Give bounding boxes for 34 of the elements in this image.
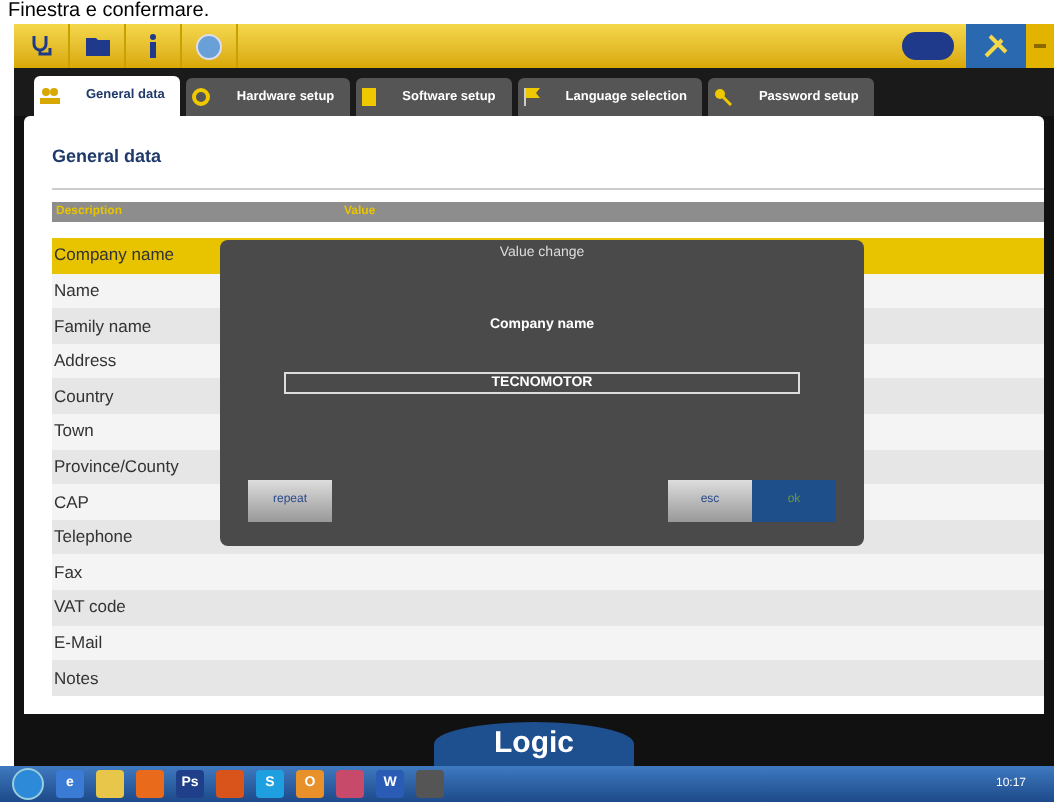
table-row[interactable]: Notes <box>52 660 1044 696</box>
row-label: VAT code <box>52 594 126 621</box>
caption-text: Finestra e confermare. <box>8 0 210 24</box>
table-row[interactable]: Fax <box>52 554 1044 590</box>
row-label: E-Mail <box>52 629 103 656</box>
row-label: Telephone <box>52 524 133 550</box>
brand-logo <box>902 32 954 60</box>
tools-button[interactable] <box>966 24 1026 68</box>
table-row[interactable]: E-Mail <box>52 625 1044 661</box>
people-icon <box>40 88 60 104</box>
row-label: Address <box>52 348 117 374</box>
brand-label: Logic <box>434 722 634 766</box>
flag-icon <box>523 88 540 106</box>
row-label: Family name <box>52 313 152 339</box>
gear-icon <box>192 88 211 106</box>
row-label: CAP <box>52 489 89 515</box>
key-icon <box>714 88 733 106</box>
row-label: Notes <box>52 665 99 691</box>
table-row[interactable]: VAT code <box>52 589 1044 626</box>
minimize-button[interactable] <box>1026 24 1054 68</box>
document-icon <box>362 88 377 106</box>
row-label: Fax <box>52 559 83 586</box>
row-label: Name <box>52 278 100 304</box>
row-label: Town <box>52 418 94 445</box>
row-label: Province/County <box>52 453 179 480</box>
stethoscope-icon[interactable] <box>29 34 53 58</box>
tools-icon <box>982 32 1010 60</box>
globe-icon[interactable] <box>196 33 222 59</box>
row-label: Country <box>52 383 114 410</box>
info-icon[interactable] <box>148 34 158 58</box>
panel-title: General data <box>52 144 164 170</box>
folder-icon[interactable] <box>85 36 109 56</box>
row-label: Company name <box>52 242 175 269</box>
start-button[interactable] <box>12 768 44 800</box>
